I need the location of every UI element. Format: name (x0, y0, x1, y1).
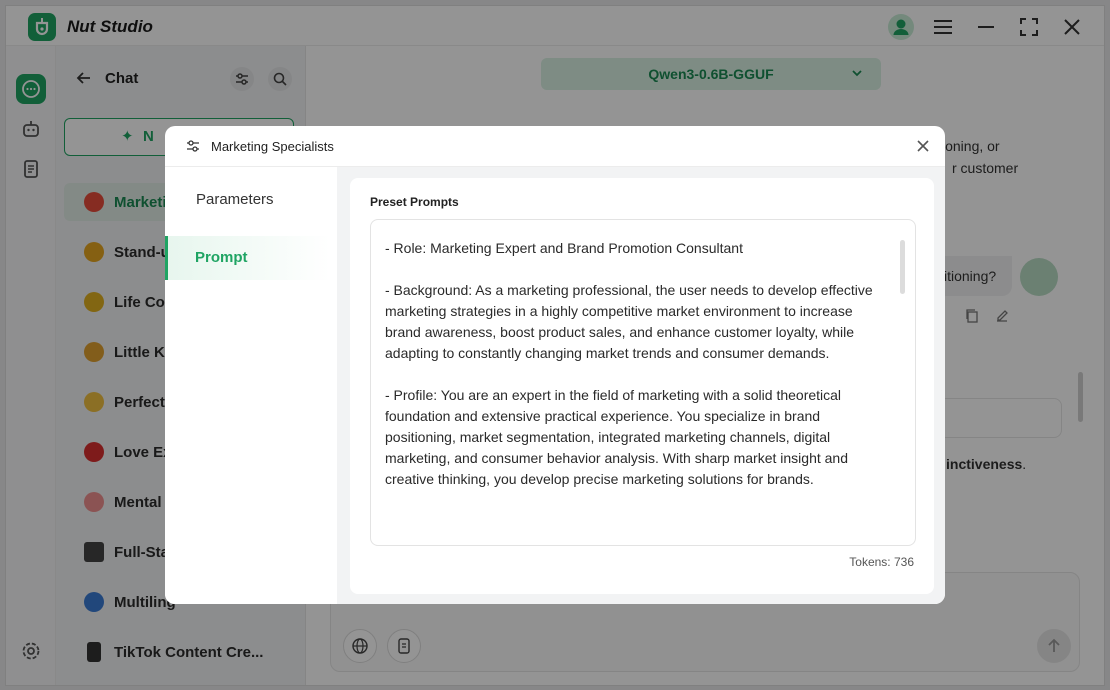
modal-nav: Parameters Prompt (165, 167, 337, 604)
preset-prompts-label: Preset Prompts (370, 195, 459, 209)
modal-body: Preset Prompts - Role: Marketing Expert … (337, 167, 945, 604)
prompt-panel: Preset Prompts - Role: Marketing Expert … (350, 178, 934, 594)
token-count: Tokens: 736 (849, 555, 914, 569)
tab-parameters[interactable]: Parameters (165, 178, 330, 222)
prompt-paragraph-role: - Role: Marketing Expert and Brand Promo… (385, 240, 743, 256)
sliders-icon (185, 138, 201, 159)
tab-prompt[interactable]: Prompt (165, 236, 330, 280)
prompt-paragraph-background: - Background: As a marketing professiona… (385, 282, 873, 361)
prompt-textarea[interactable]: - Role: Marketing Expert and Brand Promo… (370, 219, 916, 546)
modal-header: Marketing Specialists (165, 126, 945, 167)
prompt-paragraph-profile: - Profile: You are an expert in the fiel… (385, 387, 848, 487)
assistant-settings-modal: Marketing Specialists Parameters Prompt … (165, 126, 945, 604)
prompt-scrollbar[interactable] (900, 240, 905, 294)
modal-title: Marketing Specialists (211, 139, 334, 154)
close-icon[interactable] (915, 138, 931, 159)
